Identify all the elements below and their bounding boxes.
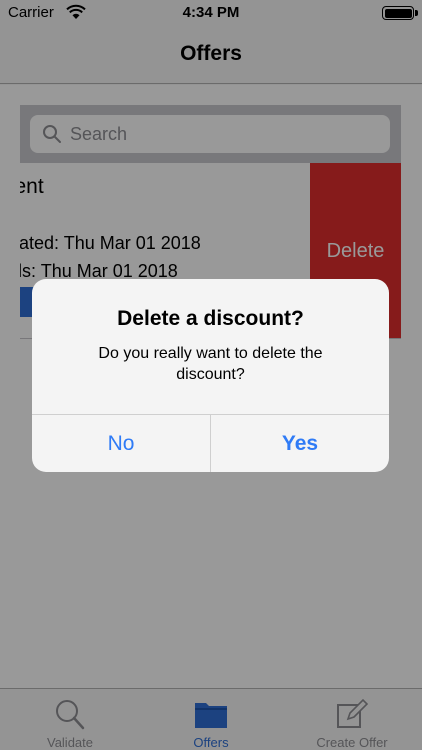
alert-title: Delete a discount? bbox=[117, 307, 304, 330]
cancel-button[interactable]: No bbox=[32, 415, 210, 472]
delete-discount-alert: Delete a discount? Do you really want to… bbox=[32, 279, 389, 472]
confirm-delete-button[interactable]: Yes bbox=[211, 415, 389, 472]
alert-message: Do you really want to delete the discoun… bbox=[98, 345, 323, 383]
